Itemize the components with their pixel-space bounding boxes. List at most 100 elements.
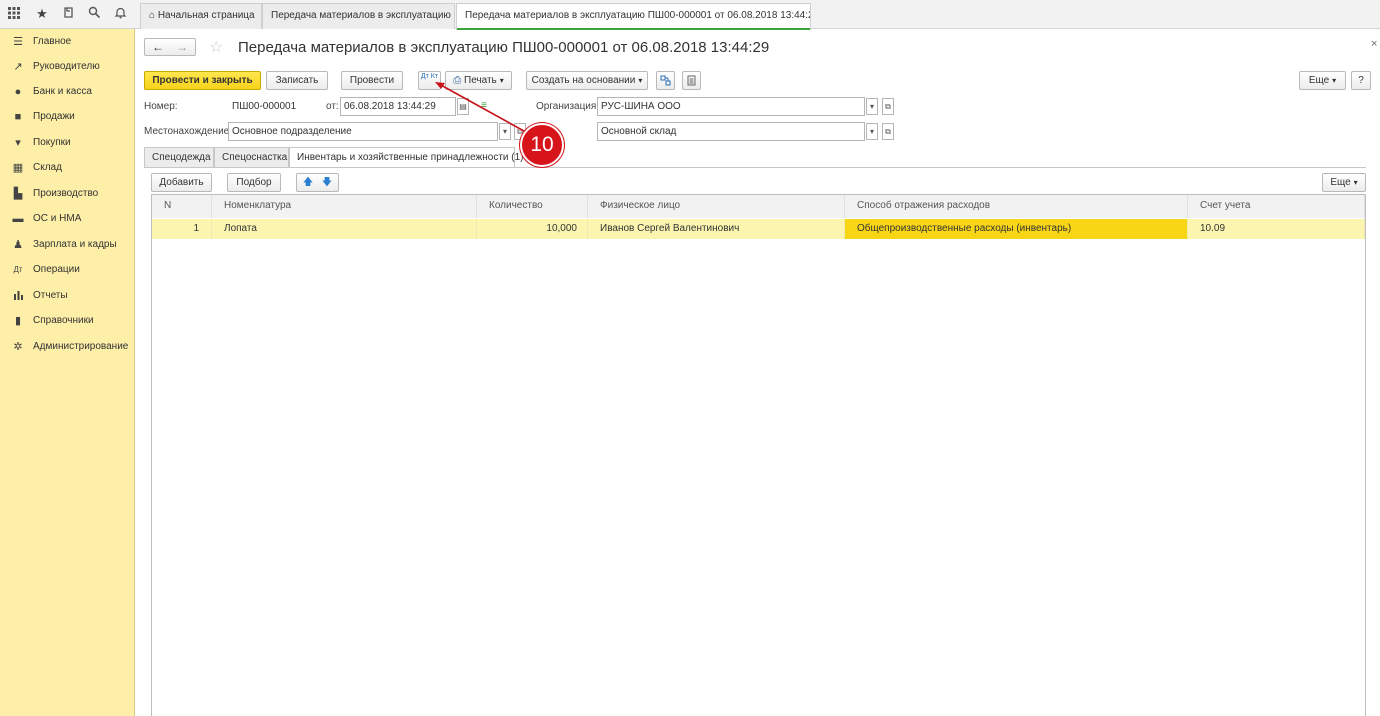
- sidebar-item-reports[interactable]: Отчеты: [0, 286, 135, 308]
- nav-buttons: ← →: [144, 38, 196, 56]
- sidebar-item-label: Руководителю: [33, 61, 100, 72]
- sidebar-item-warehouse[interactable]: ▦ Склад: [0, 158, 135, 180]
- move-up-icon[interactable]: 🡅: [299, 174, 318, 191]
- bag-icon: ■: [14, 111, 22, 123]
- warehouse-field[interactable]: Основной склад: [597, 122, 865, 141]
- chevron-down-icon: ▾: [638, 76, 643, 85]
- search-icon[interactable]: [86, 6, 102, 22]
- sidebar-item-label: Отчеты: [33, 290, 68, 301]
- cart-icon: ▾: [15, 137, 21, 149]
- cell-person[interactable]: Иванов Сергей Валентинович: [588, 219, 845, 239]
- home-icon: ⌂: [149, 10, 156, 21]
- bank-icon: ●: [14, 86, 22, 98]
- dropdown-icon[interactable]: ▾: [866, 98, 878, 115]
- column-header-nomenclature[interactable]: Номенклатура: [212, 195, 477, 218]
- tab-workwear[interactable]: Спецодежда: [144, 147, 214, 167]
- more-button[interactable]: Еще ▾: [1299, 71, 1346, 90]
- tab-transfer-list-label: Передача материалов в эксплуатацию: [271, 10, 451, 21]
- organization-field[interactable]: РУС-ШИНА ООО: [597, 97, 865, 116]
- sidebar-item-administration[interactable]: ✲ Администрирование: [0, 337, 135, 359]
- sidebar-item-purchases[interactable]: ▾ Покупки: [0, 133, 135, 155]
- sidebar-item-production[interactable]: ▙ Производство: [0, 184, 135, 206]
- close-form-icon[interactable]: ×: [1371, 38, 1377, 50]
- forward-arrow-icon[interactable]: →: [170, 39, 194, 56]
- sidebar-item-label: Банк и касса: [33, 86, 92, 97]
- inventory-table: N Номенклатура Количество Физическое лиц…: [151, 194, 1366, 716]
- gear-icon: ✲: [13, 341, 23, 353]
- pick-button[interactable]: Подбор: [227, 173, 281, 192]
- book-icon: ▮: [14, 315, 22, 327]
- column-header-account[interactable]: Счет учета: [1188, 195, 1365, 218]
- person-icon: ♟: [13, 239, 23, 251]
- sidebar-item-salary[interactable]: ♟ Зарплата и кадры: [0, 235, 135, 257]
- table-row[interactable]: 1 Лопата 10,000 Иванов Сергей Валентинов…: [152, 219, 1365, 239]
- tab-transfer-list[interactable]: Передача материалов в эксплуатацию×: [262, 3, 455, 29]
- sidebar-item-operations[interactable]: Дт Операции: [0, 260, 135, 282]
- page-title: Передача материалов в эксплуатацию ПШ00-…: [238, 39, 770, 56]
- favorites-star-icon[interactable]: ★: [34, 6, 50, 22]
- sidebar-item-label: Администрирование: [33, 341, 129, 352]
- column-header-expense-method[interactable]: Способ отражения расходов: [845, 195, 1188, 218]
- top-bar: ★ ⌂ Начальная страница Передача материал…: [0, 0, 1380, 30]
- operations-icon: Дт: [13, 265, 23, 274]
- open-icon[interactable]: ⧉: [882, 98, 894, 115]
- back-arrow-icon[interactable]: ←: [146, 39, 170, 56]
- tab-home[interactable]: ⌂ Начальная страница: [140, 3, 262, 29]
- tab-special-equipment[interactable]: Спецоснастка: [214, 147, 289, 167]
- cell-expense-method[interactable]: Общепроизводственные расходы (инвентарь): [845, 219, 1188, 239]
- history-icon[interactable]: [60, 6, 76, 22]
- number-label: Номер:: [144, 101, 178, 112]
- sidebar: ☰ Главное ↗ Руководителю ● Банк и касса …: [0, 29, 135, 716]
- tabs-divider: [144, 167, 1366, 168]
- sidebar-item-label: Главное: [33, 36, 72, 47]
- number-field[interactable]: ПШ00-000001: [228, 97, 320, 116]
- more-label: Еще: [1308, 75, 1330, 86]
- sidebar-item-label: Операции: [33, 264, 80, 275]
- dropdown-icon[interactable]: ▾: [866, 123, 878, 140]
- apps-grid-icon[interactable]: [6, 6, 22, 22]
- create-based-on-label: Создать на основании: [531, 75, 636, 86]
- column-header-quantity[interactable]: Количество: [477, 195, 588, 218]
- chevron-down-icon: ▾: [1332, 76, 1337, 85]
- tab-transfer-document-label: Передача материалов в эксплуатацию ПШ00-…: [465, 10, 811, 21]
- notification-bell-icon[interactable]: [112, 6, 128, 22]
- date-label: от:: [326, 101, 339, 112]
- move-down-icon[interactable]: 🡇: [318, 174, 337, 191]
- add-button[interactable]: Добавить: [151, 173, 212, 192]
- sidebar-item-sales[interactable]: ■ Продажи: [0, 107, 135, 129]
- chevron-down-icon: ▾: [1353, 178, 1358, 187]
- favorite-star-icon[interactable]: ☆: [209, 37, 223, 57]
- sidebar-item-directories[interactable]: ▮ Справочники: [0, 311, 135, 333]
- sidebar-item-label: Продажи: [33, 111, 75, 122]
- tab-home-label: Начальная страница: [157, 10, 255, 21]
- cell-quantity[interactable]: 10,000: [477, 219, 588, 239]
- open-icon[interactable]: ⧉: [882, 123, 894, 140]
- cell-account[interactable]: 10.09: [1188, 219, 1365, 239]
- bar-chart-icon: [11, 289, 25, 303]
- column-header-person[interactable]: Физическое лицо: [588, 195, 845, 218]
- warehouse-icon: ▦: [12, 162, 24, 174]
- cell-n: 1: [152, 219, 212, 239]
- document-form: ← → ☆ Передача материалов в эксплуатацию …: [135, 29, 1380, 716]
- sidebar-item-fixed-assets[interactable]: ▬ ОС и НМА: [0, 209, 135, 231]
- cell-nomenclature[interactable]: Лопата: [212, 219, 477, 239]
- location-label: Местонахождение:: [144, 126, 232, 137]
- tab-transfer-document[interactable]: Передача материалов в эксплуатацию ПШ00-…: [456, 3, 811, 30]
- sidebar-item-main[interactable]: ☰ Главное: [0, 32, 135, 54]
- sidebar-item-bank[interactable]: ● Банк и касса: [0, 82, 135, 104]
- menu-icon: ☰: [13, 36, 23, 48]
- list-icon[interactable]: [682, 71, 701, 90]
- table-more-button[interactable]: Еще ▾: [1322, 173, 1366, 192]
- move-buttons: 🡅 🡇: [296, 173, 339, 192]
- help-button[interactable]: ?: [1351, 71, 1371, 90]
- save-button[interactable]: Записать: [266, 71, 328, 90]
- column-header-n[interactable]: N: [152, 195, 212, 218]
- trend-icon: ↗: [13, 61, 23, 73]
- sidebar-item-label: Зарплата и кадры: [33, 239, 117, 250]
- structure-icon[interactable]: [656, 71, 675, 90]
- post-button[interactable]: Провести: [341, 71, 403, 90]
- table-more-label: Еще: [1330, 177, 1351, 188]
- sidebar-item-management[interactable]: ↗ Руководителю: [0, 57, 135, 79]
- post-and-close-button[interactable]: Провести и закрыть: [144, 71, 261, 90]
- factory-icon: ▙: [13, 188, 23, 200]
